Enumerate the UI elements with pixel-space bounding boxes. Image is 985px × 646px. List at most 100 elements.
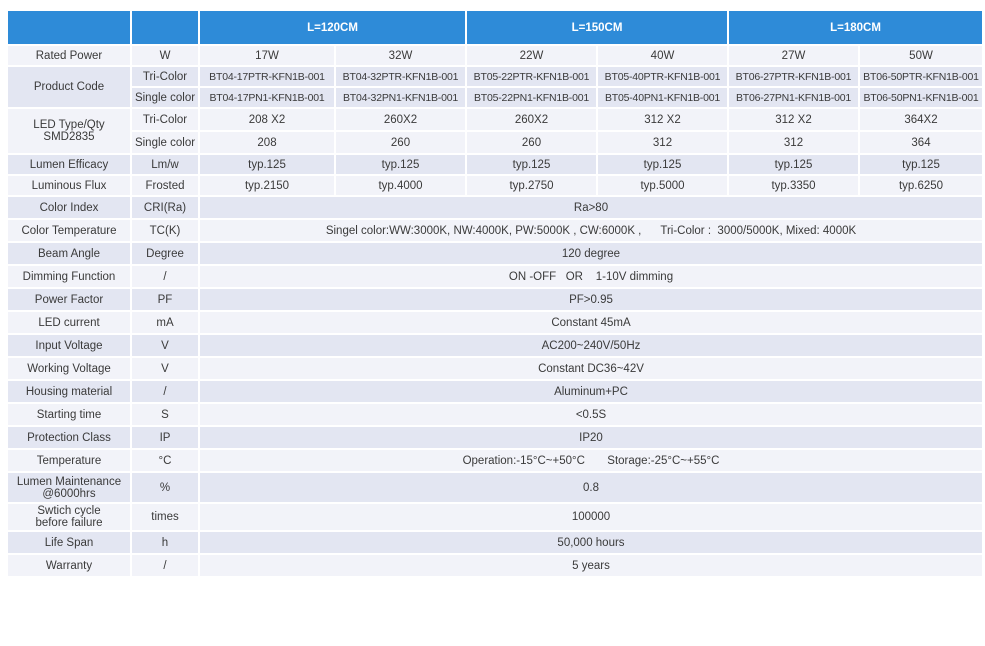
value-cell: BT04-32PN1-KFN1B-001 [334,86,467,109]
header-empty-cell [130,9,200,46]
row-label: Swtich cycle before failure [6,502,132,532]
row-unit: mA [130,310,200,335]
value-cell: 364 [858,130,984,155]
row-label: Dimming Function [6,264,132,289]
value-cell: typ.125 [727,153,860,176]
row-product-code-single: Single color BT04-17PN1-KFN1B-001 BT04-3… [7,86,984,109]
row-sub-label: Single color [130,86,200,109]
row-label-line: before failure [35,517,103,529]
row-unit: % [130,471,200,504]
row-input-voltage: Input Voltage V AC200~240V/50Hz [6,333,984,358]
row-led-type-tri: LED Type/Qty SMD2835 Tri-Color 208 X2 26… [6,107,984,155]
row-unit: °C [130,448,200,473]
row-dimming-function: Dimming Function / ON -OFF OR 1-10V dimm… [6,264,984,289]
row-unit: IP [130,425,200,450]
value-cell: Constant DC36~42V [198,356,984,381]
row-unit: Lm/w [130,153,200,176]
row-sub-label: Tri-Color [130,107,200,132]
value-cell: typ.125 [465,153,598,176]
value-cell: ON -OFF OR 1-10V dimming [198,264,984,289]
value-cell: BT06-27PTR-KFN1B-001 [727,65,860,88]
row-life-span: Life Span h 50,000 hours [6,530,984,555]
row-label: Protection Class [6,425,132,450]
row-color-temperature: Color Temperature TC(K) Singel color:WW:… [6,218,984,243]
row-unit: CRI(Ra) [130,195,200,220]
row-label: Rated Power [6,44,132,67]
value-cell: 260X2 [334,107,467,132]
row-product-code-tri: Product Code Tri-Color BT04-17PTR-KFN1B-… [6,65,984,109]
value-cell: BT05-22PTR-KFN1B-001 [465,65,598,88]
row-beam-angle: Beam Angle Degree 120 degree [6,241,984,266]
row-protection-class: Protection Class IP IP20 [6,425,984,450]
value-cell: 260X2 [465,107,598,132]
value-cell: typ.4000 [334,174,467,197]
header-group-180: L=180CM [727,9,984,46]
value-cell: 312 X2 [596,107,729,132]
row-unit: S [130,402,200,427]
value-cell: 32W [334,44,467,67]
row-sub-label: Single color [130,130,200,155]
row-rated-power: Rated Power W 17W 32W 22W 40W 27W 50W [6,44,984,67]
row-unit: times [130,502,200,532]
row-label: LED current [6,310,132,335]
row-unit: V [130,333,200,358]
row-led-current: LED current mA Constant 45mA [6,310,984,335]
row-label-line: Lumen Maintenance [16,475,122,488]
row-warranty: Warranty / 5 years [6,553,984,578]
row-working-voltage: Working Voltage V Constant DC36~42V [6,356,984,381]
value-cell: BT04-32PTR-KFN1B-001 [334,65,467,88]
value-cell: 260 [465,130,598,155]
value-cell: 208 [198,130,336,155]
row-luminous-flux: Luminous Flux Frosted typ.2150 typ.4000 … [6,174,984,197]
value-cell: 50,000 hours [198,530,984,555]
row-label: Starting time [6,402,132,427]
row-lumen-maintenance: Lumen Maintenance @6000hrs % 0.8 [6,471,984,504]
value-cell: 5 years [198,553,984,578]
header-group-120: L=120CM [198,9,467,46]
spec-table: L=120CM L=150CM L=180CM Rated Power W 17… [6,9,984,578]
header-row: L=120CM L=150CM L=180CM [6,9,984,46]
row-label-line: Swtich cycle [37,505,101,517]
value-cell: Aluminum+PC [198,379,984,404]
value-cell: typ.125 [198,153,336,176]
row-label: Color Temperature [6,218,132,243]
value-cell: typ.2150 [198,174,336,197]
value-cell: 100000 [198,502,984,532]
value-cell: 120 degree [198,241,984,266]
row-housing-material: Housing material / Aluminum+PC [6,379,984,404]
value-cell: BT04-17PTR-KFN1B-001 [198,65,336,88]
row-label-line: SMD2835 [43,131,95,143]
row-label-line: @6000hrs [42,487,96,500]
value-cell: typ.125 [596,153,729,176]
row-label: Beam Angle [6,241,132,266]
row-power-factor: Power Factor PF PF>0.95 [6,287,984,312]
value-cell: 27W [727,44,860,67]
row-switch-cycle: Swtich cycle before failure times 100000 [6,502,984,532]
row-label: Power Factor [6,287,132,312]
row-label: Input Voltage [6,333,132,358]
row-label: Warranty [6,553,132,578]
value-cell: 208 X2 [198,107,336,132]
row-unit: PF [130,287,200,312]
value-cell: typ.125 [334,153,467,176]
row-sub-label: Tri-Color [130,65,200,88]
value-cell: 17W [198,44,336,67]
row-unit: / [130,264,200,289]
row-label: Working Voltage [6,356,132,381]
value-cell: 364X2 [858,107,984,132]
row-label: Luminous Flux [6,174,132,197]
row-unit: W [130,44,200,67]
row-label: Color Index [6,195,132,220]
row-unit: / [130,379,200,404]
value-cell: typ.5000 [596,174,729,197]
value-cell: Ra>80 [198,195,984,220]
row-unit: / [130,553,200,578]
row-lumen-efficacy: Lumen Efficacy Lm/w typ.125 typ.125 typ.… [6,153,984,176]
row-label: Lumen Efficacy [6,153,132,176]
row-led-type-single: Single color 208 260 260 312 312 364 [7,130,984,155]
header-group-150: L=150CM [465,9,729,46]
value-cell: BT05-22PN1-KFN1B-001 [465,86,598,109]
row-label: Product Code [6,65,132,109]
value-cell: Singel color:WW:3000K, NW:4000K, PW:5000… [198,218,984,243]
value-cell: IP20 [198,425,984,450]
